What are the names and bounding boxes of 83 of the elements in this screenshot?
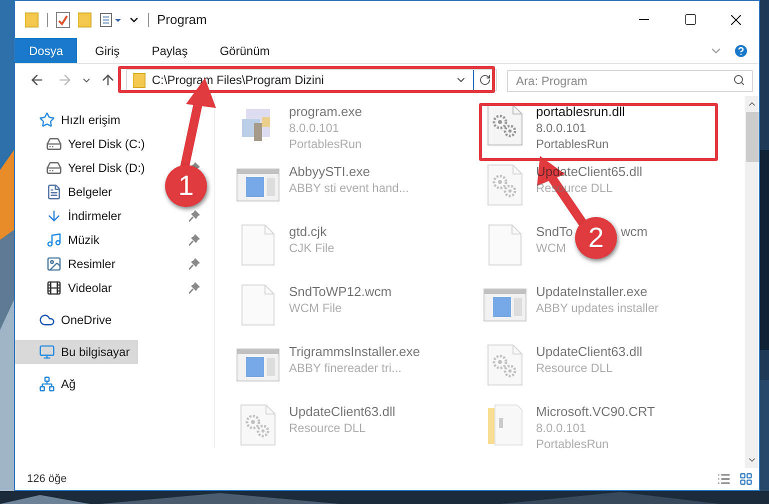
gear-file-icon — [240, 404, 276, 446]
computer-icon — [39, 344, 55, 360]
gear-file-icon — [487, 164, 523, 206]
scrollbar[interactable] — [745, 96, 759, 468]
star-icon — [39, 112, 55, 128]
file-detail: PortablesRun — [536, 436, 610, 452]
file-name: SndTo — [536, 224, 573, 240]
sidebar-item[interactable]: Bu bilgisayar — [15, 340, 138, 364]
properties-icon[interactable] — [100, 12, 122, 26]
file-name: SndToWP12.wcm — [289, 284, 392, 300]
file-icon — [488, 224, 522, 266]
download-icon — [46, 208, 62, 224]
file-detail: CJK File — [289, 240, 334, 256]
refresh-icon[interactable] — [479, 74, 492, 86]
maximize-icon — [684, 13, 696, 26]
sidebar-item[interactable]: Müzik — [15, 228, 108, 252]
window-icon — [236, 168, 280, 202]
sidebar-item[interactable]: Hızlı erişim — [15, 108, 128, 132]
gear-file-icon — [487, 104, 523, 146]
file-name: UpdateInstaller.exe — [536, 284, 648, 300]
up-icon[interactable] — [100, 72, 116, 88]
sidebar-item[interactable]: Resimler — [15, 252, 124, 276]
file-icon — [241, 224, 275, 266]
scrollbar-thumb[interactable] — [746, 112, 758, 162]
drive-icon — [46, 136, 62, 152]
sidebar-item[interactable]: OneDrive — [15, 308, 120, 332]
file-detail: Resource DLL — [536, 360, 614, 376]
file-name: gtd.cjk — [289, 224, 327, 240]
back-icon[interactable] — [29, 72, 45, 88]
ribbon-tab[interactable]: Paylaş — [138, 38, 202, 63]
file-detail: PortablesRun — [289, 136, 362, 152]
file-name: program.exe — [289, 104, 362, 120]
window-icon — [483, 288, 527, 322]
help-icon[interactable] — [733, 42, 749, 58]
file-detail: ABBY finereader tri... — [289, 360, 402, 376]
file-detail: 8.0.0.101 — [536, 420, 588, 436]
file-icon — [241, 284, 275, 326]
sidebar-item[interactable]: Yerel Disk (C:) — [15, 132, 153, 156]
video-icon — [46, 280, 62, 296]
minimize-icon — [639, 19, 649, 20]
sidebar-item[interactable]: Videolar — [15, 276, 120, 300]
file-detail: 8.0.0.101 — [536, 120, 588, 136]
details-view-icon[interactable] — [717, 472, 731, 486]
document-icon — [46, 184, 62, 200]
file-name: Microsoft.VC90.CRT — [536, 404, 655, 420]
ribbon-tab[interactable]: Giriş — [81, 38, 134, 63]
file-detail: WCM File — [289, 300, 343, 316]
search-field[interactable]: Ara: Program — [507, 70, 754, 92]
file-detail: ABBY sti event hand... — [289, 180, 409, 196]
window-title: Program — [157, 10, 207, 29]
file-detail: Resource DLL — [289, 420, 367, 436]
large-icons-view-icon[interactable] — [739, 472, 753, 486]
drive-icon — [46, 160, 62, 176]
network-icon — [39, 376, 55, 392]
file-name: UpdateClient63.dll — [536, 344, 642, 360]
address-path: C:\Program Files\Program Dizini — [152, 72, 324, 89]
gear-file-icon — [487, 344, 523, 386]
file-name: TrigrammsInstaller.exe — [289, 344, 420, 360]
file-name: portablesrun.dll — [536, 104, 625, 120]
checklist-icon — [56, 12, 70, 28]
item-count: 126 öğe — [27, 472, 67, 487]
ribbon-tab[interactable]: Görünüm — [206, 38, 284, 63]
sidebar-item[interactable]: Belgeler — [15, 180, 120, 204]
window-icon — [236, 348, 280, 382]
cloud-icon — [39, 312, 55, 328]
folder-icon — [25, 12, 39, 28]
sidebar-item[interactable]: Ağ — [15, 372, 84, 396]
file-detail: ABBY updates installer — [536, 300, 659, 316]
file-name: UpdateClient63.dll — [289, 404, 396, 420]
file-name: wcm — [620, 224, 648, 240]
file-detail: PortablesRun — [536, 136, 610, 152]
music-icon — [46, 232, 62, 248]
folder-icon — [132, 72, 146, 88]
image-icon — [46, 256, 62, 272]
folder-icon — [78, 12, 92, 28]
file-name: AbbyySTI.exe — [289, 164, 370, 180]
file-detail: WCM — [536, 240, 567, 256]
search-icon — [733, 74, 746, 86]
ribbon-tab[interactable]: Dosya — [15, 38, 78, 63]
file-detail: 8.0.0.101 — [289, 120, 340, 136]
folder-file-icon — [487, 404, 523, 446]
sidebar-item[interactable]: Yerel Disk (D:) — [15, 156, 153, 180]
sidebar-item[interactable]: İndirmeler — [15, 204, 130, 228]
